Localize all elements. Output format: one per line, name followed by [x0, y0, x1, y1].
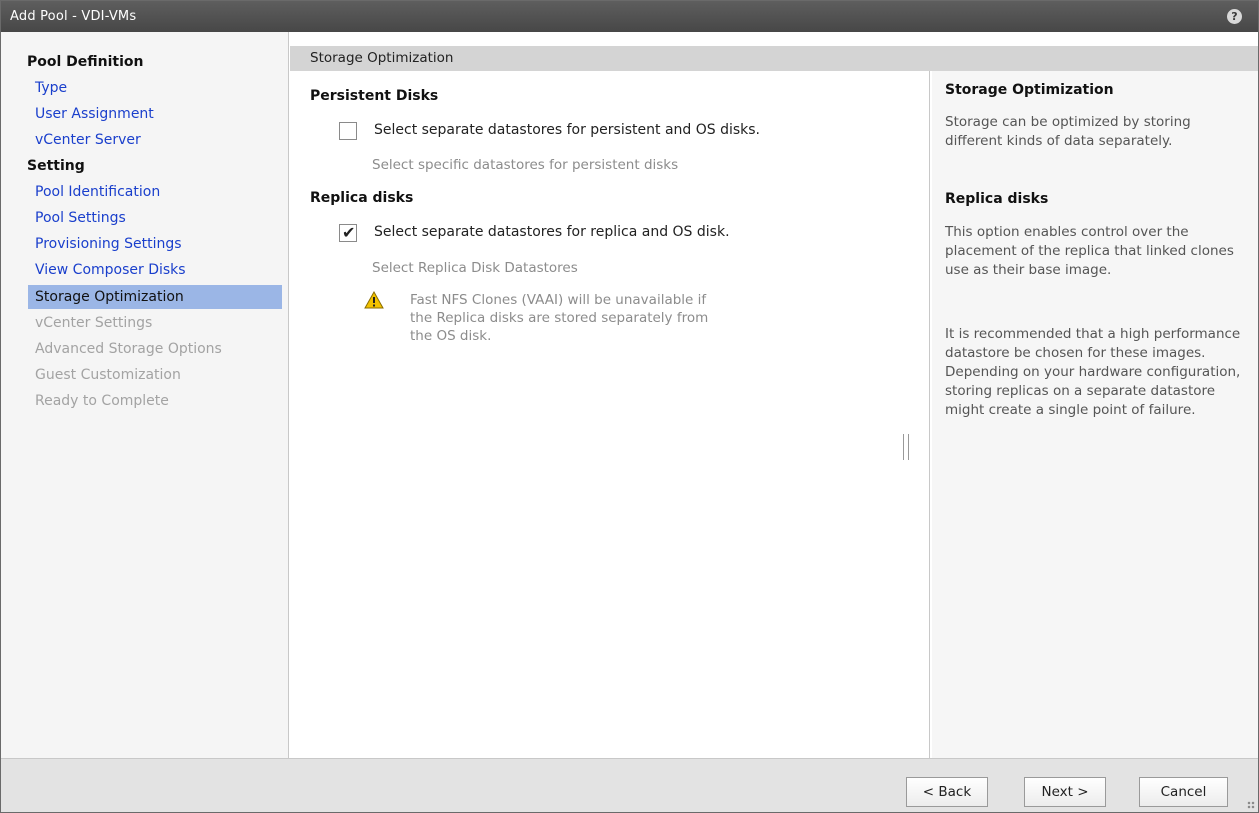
sidebar-item-type[interactable]: Type [28, 76, 280, 100]
checkmark-icon: ✔ [342, 223, 356, 242]
sidebar-item-storage-optimization[interactable]: Storage Optimization [28, 285, 282, 309]
help-icon[interactable]: ? [1227, 9, 1242, 24]
button-bar: < Back Next > Cancel [1, 758, 1258, 812]
sidebar-heading-setting: Setting [27, 158, 85, 174]
cancel-button[interactable]: Cancel [1139, 777, 1228, 807]
pane-splitter-handle[interactable] [903, 434, 909, 460]
help-text-storage-optimization: Storage can be optimized by storing diff… [945, 114, 1191, 149]
window-title: Add Pool - VDI-VMs [10, 9, 137, 24]
next-button[interactable]: Next > [1024, 777, 1106, 807]
vaai-warning-line-3: the OS disk. [410, 328, 492, 344]
sidebar-item-view-composer-disks[interactable]: View Composer Disks [28, 258, 280, 282]
select-persistent-datastores-link: Select specific datastores for persisten… [372, 157, 679, 173]
add-pool-dialog: Add Pool - VDI-VMs ? Pool Definition Typ… [0, 0, 1259, 813]
sidebar-item-vcenter-settings: vCenter Settings [35, 315, 153, 331]
replica-separate-label[interactable]: Select separate datastores for replica a… [374, 224, 730, 240]
title-bar: Add Pool - VDI-VMs ? [1, 1, 1258, 32]
back-button[interactable]: < Back [906, 777, 988, 807]
help-text-recommendation: It is recommended that a high performanc… [945, 326, 1241, 418]
sidebar-heading-pool-definition: Pool Definition [27, 54, 144, 70]
sidebar-item-guest-customization: Guest Customization [35, 367, 181, 383]
sidebar-item-advanced-storage-options: Advanced Storage Options [35, 341, 222, 357]
help-title-storage-optimization: Storage Optimization [945, 82, 1114, 98]
sidebar-item-provisioning-settings[interactable]: Provisioning Settings [28, 232, 280, 256]
replica-separate-checkbox[interactable]: ✔ [339, 223, 357, 242]
sidebar-item-user-assignment[interactable]: User Assignment [28, 102, 280, 126]
warning-icon [364, 291, 384, 309]
help-pane: Storage Optimization Storage can be opti… [932, 71, 1258, 758]
replica-disks-title: Replica disks [310, 190, 414, 206]
page-title: Storage Optimization [310, 50, 454, 66]
persistent-separate-checkbox[interactable] [339, 122, 357, 140]
persistent-separate-label[interactable]: Select separate datastores for persisten… [374, 122, 760, 138]
main-pane: Persistent Disks Select separate datasto… [290, 71, 930, 758]
resize-grip-icon[interactable] [1247, 801, 1255, 809]
sidebar-item-pool-settings[interactable]: Pool Settings [28, 206, 280, 230]
wizard-content: Storage Optimization Persistent Disks Se… [290, 32, 1258, 758]
help-text-replica-disks: This option enables control over the pla… [945, 224, 1234, 278]
select-replica-datastores-link: Select Replica Disk Datastores [372, 260, 578, 276]
vaai-warning-line-2: the Replica disks are stored separately … [410, 310, 709, 326]
page-header: Storage Optimization [290, 46, 1258, 71]
persistent-disks-title: Persistent Disks [310, 88, 439, 104]
help-title-replica-disks: Replica disks [945, 191, 1049, 207]
wizard-sidebar: Pool Definition Type User Assignment vCe… [1, 32, 289, 758]
sidebar-item-pool-identification[interactable]: Pool Identification [28, 180, 280, 204]
vaai-warning-line-1: Fast NFS Clones (VAAI) will be unavailab… [410, 292, 707, 308]
sidebar-item-ready-to-complete: Ready to Complete [35, 393, 169, 409]
sidebar-item-vcenter-server[interactable]: vCenter Server [28, 128, 280, 152]
